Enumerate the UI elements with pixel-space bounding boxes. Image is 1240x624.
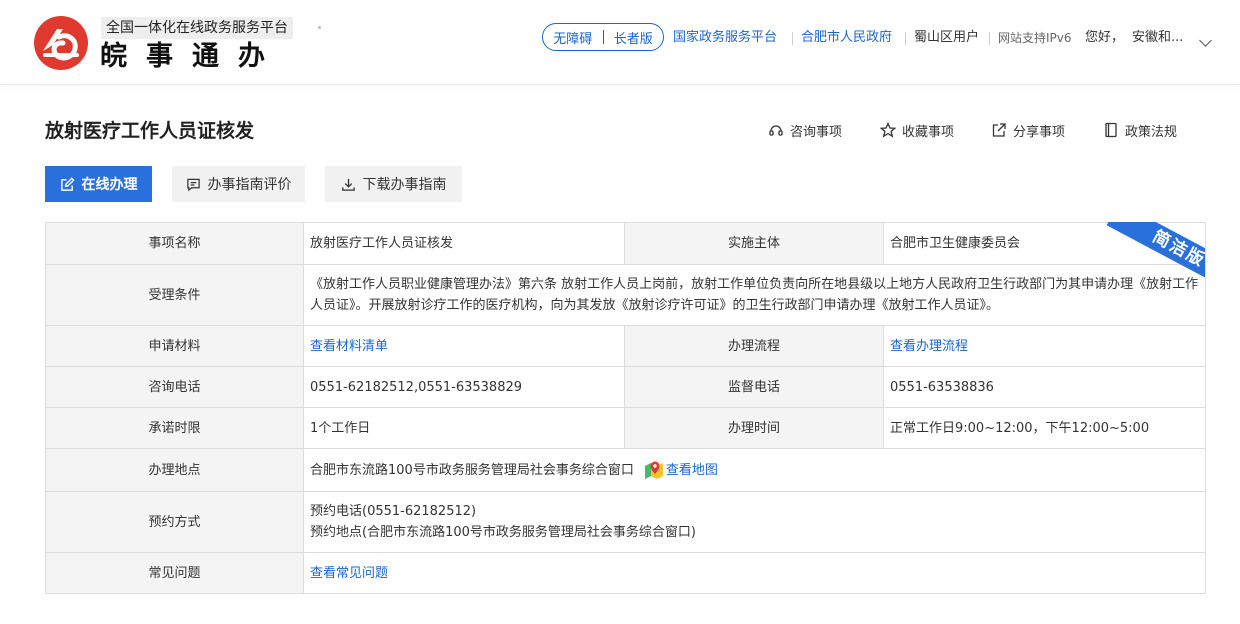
logo-icon[interactable] — [33, 15, 89, 71]
location-value: 合肥市东流路100号市政务服务管理局社会事务综合窗口 — [310, 462, 634, 478]
chevron-down-icon[interactable] — [1199, 34, 1212, 47]
logo-subtitle: 全国一体化在线政务服务平台 — [101, 17, 293, 39]
ipv6-support-text: 网站支持IPv6 — [998, 31, 1072, 45]
site-header: 全国一体化在线政务服务平台 皖事通办 无障碍 长者版 国家政务服务平台 合肥市人… — [0, 0, 1240, 85]
table-row: 咨询电话 0551-62182512,0551-63538829 监督电话 05… — [45, 366, 1206, 408]
nav-divider — [905, 32, 906, 45]
evaluate-guide-label: 办事指南评价 — [207, 177, 292, 193]
online-process-label: 在线办理 — [81, 177, 138, 193]
table-row: 预约方式 预约电话(0551-62182512) 预约地点(合肥市东流路100号… — [45, 491, 1206, 553]
process-label: 办理流程 — [624, 325, 884, 367]
table-row: 常见问题 查看常见问题 — [45, 552, 1206, 594]
promise-value: 1个工作日 — [303, 407, 625, 449]
appointment-phone: 预约电话(0551-62182512) — [310, 504, 477, 519]
consult-action-label: 咨询事项 — [790, 124, 843, 140]
share-icon — [992, 123, 1006, 137]
online-process-button[interactable]: 在线办理 — [45, 166, 152, 202]
greeting-text: 您好， — [1085, 30, 1125, 45]
download-guide-button[interactable]: 下载办事指南 — [325, 166, 462, 202]
item-name-value: 放射医疗工作人员证核发 — [303, 222, 625, 265]
simple-version-ribbon[interactable]: 简洁版 — [1106, 222, 1205, 284]
consult-action[interactable]: 咨询事项 — [768, 118, 842, 142]
appointment-cell: 预约电话(0551-62182512) 预约地点(合肥市东流路100号市政务服务… — [303, 491, 1206, 553]
location-label: 办理地点 — [45, 448, 304, 492]
table-row: 事项名称 放射医疗工作人员证核发 实施主体 合肥市卫生健康委员会 — [45, 222, 1206, 265]
favorite-action-label: 收藏事项 — [902, 124, 955, 140]
share-action[interactable]: 分享事项 — [991, 118, 1065, 142]
logo-title[interactable]: 皖事通办 — [100, 39, 284, 75]
map-pin-icon[interactable] — [644, 460, 664, 480]
star-icon — [880, 122, 896, 138]
supervise-phone-value: 0551-63538836 — [883, 366, 1206, 408]
conditions-label: 受理条件 — [45, 264, 304, 326]
comment-icon — [186, 178, 200, 191]
download-icon — [341, 178, 355, 191]
supervise-phone-label: 监督电话 — [624, 366, 884, 408]
edit-icon — [60, 176, 75, 191]
hours-label: 办理时间 — [624, 407, 884, 449]
accessibility-toggle-group: 无障碍 长者版 — [542, 23, 664, 51]
consult-phone-value: 0551-62182512,0551-63538829 — [303, 366, 625, 408]
appointment-place: 预约地点(合肥市东流路100号市政务服务管理局社会事务综合窗口) — [310, 525, 696, 540]
table-row: 受理条件 《放射工作人员职业健康管理办法》第六条 放射工作人员上岗前，放射工作单… — [45, 264, 1206, 326]
nav-divider — [792, 32, 793, 45]
favorite-action[interactable]: 收藏事项 — [880, 118, 954, 142]
faq-label: 常见问题 — [45, 552, 304, 594]
table-row: 申请材料 查看材料清单 办理流程 查看办理流程 — [45, 325, 1206, 367]
headset-icon — [769, 125, 783, 136]
process-link[interactable]: 查看办理流程 — [890, 339, 968, 354]
materials-label: 申请材料 — [45, 325, 304, 367]
appointment-label: 预约方式 — [45, 491, 304, 553]
download-guide-label: 下载办事指南 — [362, 177, 447, 193]
evaluate-guide-button[interactable]: 办事指南评价 — [172, 166, 305, 202]
page-title: 放射医疗工作人员证核发 — [45, 120, 255, 142]
elder-mode-link[interactable]: 长者版 — [604, 28, 664, 47]
logo-dot — [318, 26, 321, 29]
national-platform-link[interactable]: 国家政务服务平台 — [673, 23, 777, 53]
user-menu[interactable]: 安徽和... — [1132, 23, 1183, 53]
hours-value: 正常工作日9:00~12:00，下午12:00~5:00 — [883, 407, 1206, 449]
table-row: 办理地点 合肥市东流路100号市政务服务管理局社会事务综合窗口 查看地图 — [45, 448, 1206, 492]
document-icon — [1105, 122, 1117, 138]
accessibility-link[interactable]: 无障碍 — [543, 28, 603, 47]
guide-info-table: 事项名称 放射医疗工作人员证核发 实施主体 合肥市卫生健康委员会 受理条件 《放… — [45, 222, 1206, 594]
materials-link[interactable]: 查看材料清单 — [310, 339, 388, 354]
faq-link[interactable]: 查看常见问题 — [310, 566, 388, 581]
promise-label: 承诺时限 — [45, 407, 304, 449]
policy-action-label: 政策法规 — [1125, 124, 1178, 140]
policy-action[interactable]: 政策法规 — [1103, 118, 1177, 142]
nav-divider — [989, 32, 990, 45]
map-link[interactable]: 查看地图 — [666, 463, 718, 478]
subject-label: 实施主体 — [624, 222, 884, 265]
simple-version-ribbon-wrap: 简洁版 — [1086, 222, 1205, 284]
city-government-link[interactable]: 合肥市人民政府 — [801, 23, 892, 53]
item-name-label: 事项名称 — [45, 222, 304, 265]
district-user-link[interactable]: 蜀山区用户 — [914, 23, 979, 53]
share-action-label: 分享事项 — [1013, 124, 1066, 140]
table-row: 承诺时限 1个工作日 办理时间 正常工作日9:00~12:00，下午12:00~… — [45, 407, 1206, 449]
location-cell: 合肥市东流路100号市政务服务管理局社会事务综合窗口 查看地图 — [303, 448, 1206, 492]
consult-phone-label: 咨询电话 — [45, 366, 304, 408]
conditions-value: 《放射工作人员职业健康管理办法》第六条 放射工作人员上岗前，放射工作单位负责向所… — [303, 264, 1206, 326]
